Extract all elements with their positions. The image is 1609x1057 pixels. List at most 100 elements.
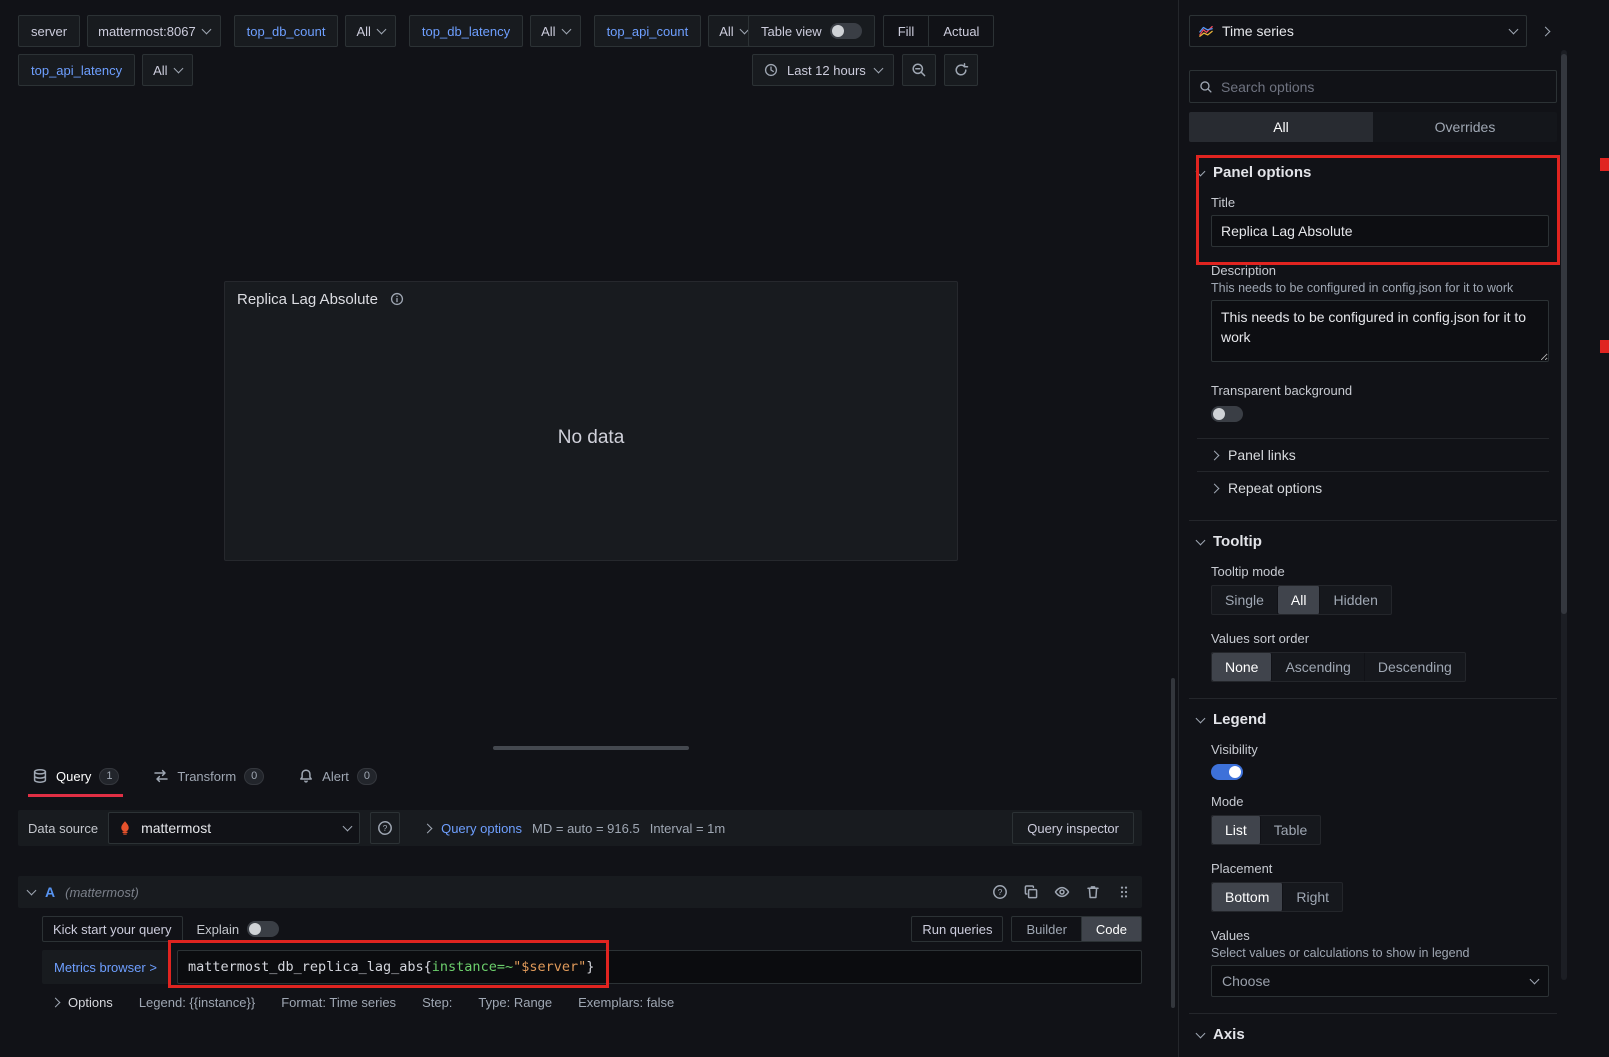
step-summary: Step: — [422, 995, 452, 1010]
tooltip-mode-label: Tooltip mode — [1211, 564, 1549, 579]
sidebar-scrollbar[interactable] — [1561, 50, 1567, 980]
legend-mode-list[interactable]: List — [1212, 816, 1261, 844]
chevron-right-icon — [51, 998, 61, 1008]
actual-option[interactable]: Actual — [929, 16, 993, 46]
editor-tabs: Query 1 Transform 0 Alert 0 — [30, 763, 379, 797]
promql-expression-input[interactable]: mattermost_db_replica_lag_abs{instance=~… — [177, 950, 1142, 984]
chevron-down-icon — [343, 822, 353, 832]
pane-resize-handle[interactable] — [493, 746, 689, 750]
variable-label-top-api-count[interactable]: top_api_count — [594, 15, 702, 47]
options-toggle[interactable]: Options — [52, 995, 113, 1010]
promql-label-matcher: instance=~ — [432, 959, 513, 975]
time-range-label: Last 12 hours — [787, 63, 866, 78]
legend-mode-label: Mode — [1211, 794, 1549, 809]
section-title: Axis — [1213, 1026, 1245, 1043]
chevron-down-icon — [1196, 713, 1206, 723]
toggle-visibility-icon[interactable] — [1054, 884, 1070, 900]
builder-option[interactable]: Builder — [1012, 917, 1081, 941]
tooltip-header[interactable]: Tooltip — [1197, 533, 1549, 550]
tooltip-mode-single[interactable]: Single — [1212, 586, 1278, 614]
section-panel-options: Panel options Title Description This nee… — [1189, 152, 1557, 521]
transparent-background-toggle[interactable] — [1211, 406, 1243, 422]
query-row-header[interactable]: A (mattermost) ? — [18, 876, 1142, 908]
duplicate-query-icon[interactable] — [1023, 884, 1039, 900]
datasource-help-button[interactable]: ? — [370, 812, 400, 844]
legend-mode-table[interactable]: Table — [1261, 816, 1320, 844]
info-icon[interactable] — [390, 292, 404, 306]
variable-value-text: All — [153, 63, 167, 78]
metrics-browser-button[interactable]: Metrics browser > — [42, 950, 169, 984]
variable-label-top-db-latency[interactable]: top_db_latency — [409, 15, 523, 47]
explain-control: Explain — [197, 921, 280, 937]
main-scrollbar[interactable] — [1171, 678, 1175, 1008]
run-queries-button[interactable]: Run queries — [911, 916, 1003, 942]
help-circle-icon[interactable]: ? — [992, 884, 1008, 900]
tab-all-options[interactable]: All — [1189, 112, 1373, 142]
panel-description-input[interactable]: This needs to be configured in config.js… — [1211, 300, 1549, 362]
sort-ascending[interactable]: Ascending — [1272, 653, 1364, 681]
collapse-query-row-icon[interactable] — [27, 886, 37, 896]
values-sort-order-label: Values sort order — [1211, 631, 1549, 646]
zoom-out-button[interactable] — [902, 54, 936, 86]
tooltip-mode-hidden[interactable]: Hidden — [1320, 586, 1390, 614]
section-title: Panel options — [1213, 164, 1311, 181]
repeat-options-row[interactable]: Repeat options — [1197, 471, 1549, 504]
table-view-toggle[interactable] — [830, 23, 862, 39]
variable-value-top-db-count[interactable]: All — [345, 15, 395, 47]
explain-toggle[interactable] — [247, 921, 279, 937]
axis-header[interactable]: Axis — [1197, 1026, 1549, 1043]
panel-title: Replica Lag Absolute — [237, 291, 378, 308]
variable-label-server[interactable]: server — [18, 15, 80, 47]
fill-option[interactable]: Fill — [884, 16, 930, 46]
tab-transform[interactable]: Transform 0 — [151, 763, 266, 797]
legend-placement-group: Bottom Right — [1211, 882, 1343, 912]
table-view-label: Table view — [761, 24, 822, 39]
panel-title-input[interactable] — [1211, 215, 1549, 247]
type-summary: Type: Range — [478, 995, 552, 1010]
time-range-picker[interactable]: Last 12 hours — [752, 54, 894, 86]
panel-options-header[interactable]: Panel options — [1197, 164, 1549, 181]
tooltip-mode-all[interactable]: All — [1278, 586, 1321, 614]
svg-text:?: ? — [998, 887, 1003, 897]
sort-none[interactable]: None — [1212, 653, 1272, 681]
legend-values-select[interactable]: Choose — [1211, 965, 1549, 997]
legend-header[interactable]: Legend — [1197, 711, 1549, 728]
sort-descending[interactable]: Descending — [1365, 653, 1465, 681]
query-editor: Data source mattermost ? Query options M… — [18, 810, 1142, 1057]
tab-overrides[interactable]: Overrides — [1373, 112, 1557, 142]
tab-query[interactable]: Query 1 — [30, 763, 121, 797]
variable-value-top-db-latency[interactable]: All — [530, 15, 580, 47]
chevron-right-icon — [1540, 26, 1550, 36]
legend-visibility-toggle[interactable] — [1211, 764, 1243, 780]
variable-label-top-api-latency[interactable]: top_api_latency — [18, 54, 135, 86]
panel-links-row[interactable]: Panel links — [1197, 438, 1549, 471]
datasource-picker[interactable]: mattermost — [108, 812, 360, 844]
kick-start-button[interactable]: Kick start your query — [42, 916, 183, 942]
variable-label-top-db-count[interactable]: top_db_count — [234, 15, 339, 47]
options-label: Options — [68, 995, 113, 1010]
options-search-input[interactable] — [1221, 79, 1547, 95]
visualization-picker[interactable]: Time series — [1189, 15, 1527, 47]
view-controls: Table view Fill Actual — [748, 15, 994, 47]
collapse-options-pane-button[interactable] — [1533, 15, 1557, 47]
tab-alert[interactable]: Alert 0 — [296, 763, 379, 797]
placement-right[interactable]: Right — [1283, 883, 1342, 911]
tab-label: Alert — [322, 769, 349, 784]
variables-row-2: top_api_latency All — [18, 54, 206, 86]
delete-query-icon[interactable] — [1085, 884, 1101, 900]
transparent-background-label: Transparent background — [1211, 383, 1549, 398]
refresh-button[interactable] — [944, 54, 978, 86]
variable-value-text: All — [356, 24, 370, 39]
tab-label: Transform — [177, 769, 236, 784]
placement-bottom[interactable]: Bottom — [1212, 883, 1283, 911]
query-options-toggle[interactable]: Query options MD = auto = 916.5 Interval… — [424, 821, 725, 836]
code-option[interactable]: Code — [1082, 917, 1141, 941]
variable-value-server[interactable]: mattermost:8067 — [87, 15, 221, 47]
drag-handle-icon[interactable] — [1116, 884, 1132, 900]
query-inspector-button[interactable]: Query inspector — [1012, 812, 1134, 844]
variable-top-api-latency: top_api_latency All — [18, 54, 193, 86]
variable-server: server mattermost:8067 — [18, 15, 221, 47]
panel-header[interactable]: Replica Lag Absolute — [225, 282, 957, 316]
variable-value-top-api-latency[interactable]: All — [142, 54, 192, 86]
builder-code-switch: Builder Code — [1011, 916, 1142, 942]
